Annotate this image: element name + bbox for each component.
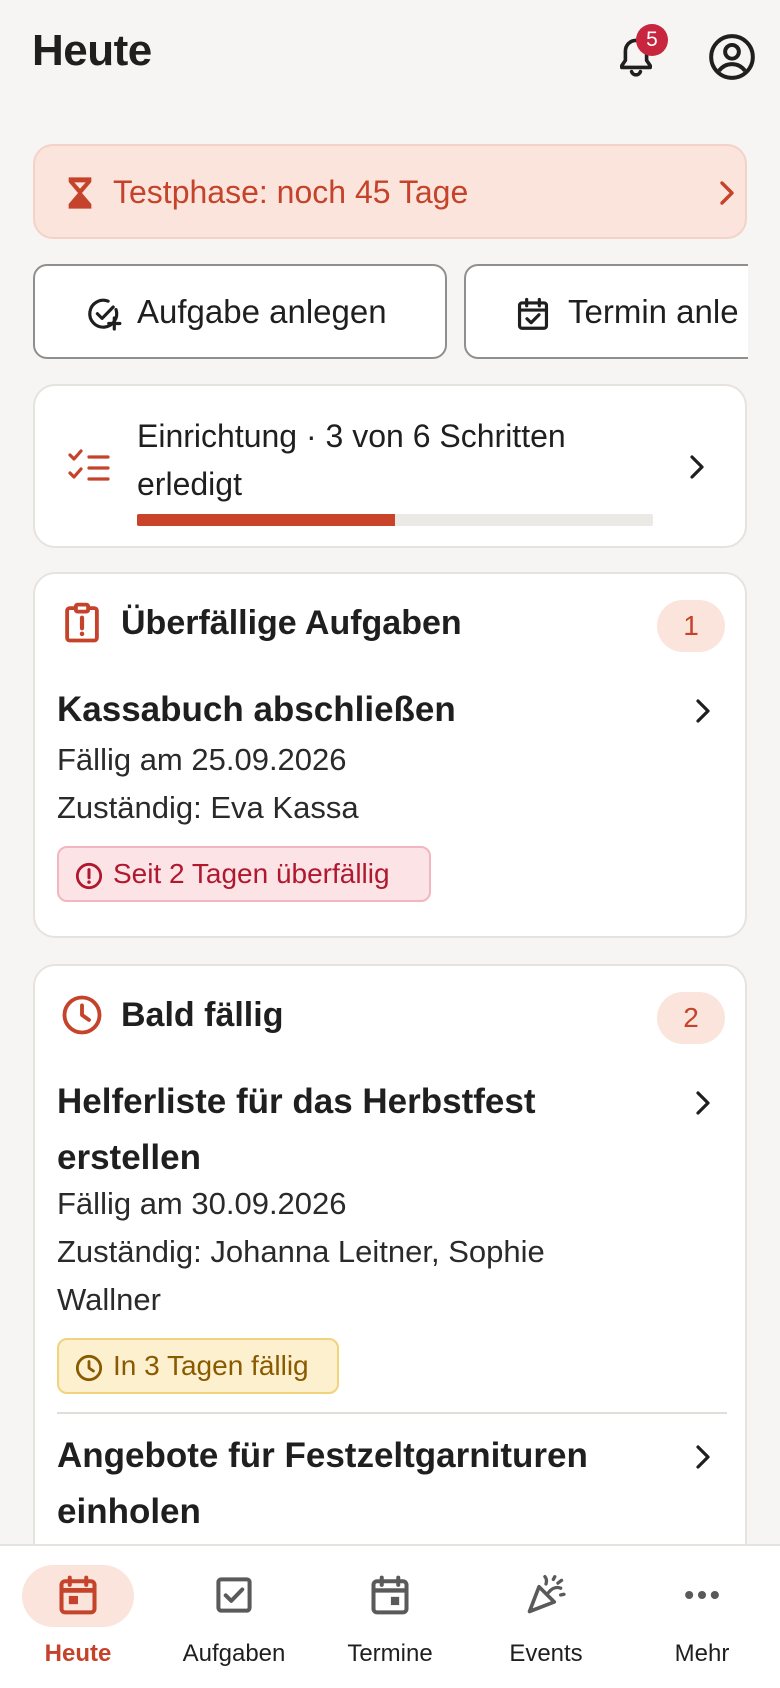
chevron-right-icon bbox=[720, 181, 734, 205]
trial-text: Testphase: noch 45 Tage bbox=[113, 174, 469, 210]
party-popper-icon bbox=[527, 1575, 566, 1614]
clock-icon bbox=[75, 1354, 103, 1382]
due-soon-title: Bald fällig bbox=[121, 996, 284, 1034]
calendar-today-icon bbox=[59, 1575, 97, 1615]
chevron-right-icon bbox=[696, 699, 710, 723]
overdue-status-badge: Seit 2 Tagen überfällig bbox=[57, 846, 431, 902]
calendar-icon bbox=[371, 1575, 409, 1615]
nav-item-events[interactable]: Events bbox=[468, 1546, 624, 1688]
divider bbox=[57, 1412, 727, 1414]
account-circle-icon[interactable] bbox=[707, 32, 757, 82]
chevron-right-icon bbox=[690, 455, 704, 479]
chevron-right-icon bbox=[696, 1445, 710, 1469]
page-title: Heute bbox=[32, 26, 152, 75]
add-appointment-label: Termin anle bbox=[568, 293, 739, 330]
trial-banner[interactable]: Testphase: noch 45 Tage bbox=[33, 144, 747, 239]
due-soon-status-text: In 3 Tagen fällig bbox=[113, 1350, 309, 1381]
setup-progress-fill bbox=[137, 514, 395, 526]
task-assignee: Zuständig: Johanna Leitner, Sophie Walln… bbox=[57, 1234, 545, 1317]
setup-progress-bar bbox=[137, 514, 653, 526]
checklist-icon bbox=[68, 449, 110, 481]
calendar-check-icon bbox=[517, 297, 549, 330]
checkbox-icon bbox=[216, 1577, 252, 1613]
add-task-label: Aufgabe anlegen bbox=[137, 293, 387, 330]
clock-icon bbox=[62, 995, 102, 1035]
notification-badge: 5 bbox=[636, 24, 668, 56]
overdue-title: Überfällige Aufgaben bbox=[121, 604, 462, 642]
alert-circle-icon bbox=[75, 862, 103, 890]
chevron-right-icon bbox=[696, 1091, 710, 1115]
task-item[interactable]: Angebote für Festzeltgarnituren einholen bbox=[35, 1428, 749, 1558]
app-header: Heute 5 bbox=[0, 0, 780, 112]
due-soon-count-badge: 2 bbox=[657, 992, 725, 1044]
task-item[interactable]: Helferliste für das Herbstfest erstellen… bbox=[35, 1074, 749, 1394]
task-item[interactable]: Kassabuch abschließen Fällig am 25.09.20… bbox=[35, 682, 749, 912]
nav-item-aufgaben[interactable]: Aufgaben bbox=[156, 1546, 312, 1688]
due-soon-header: Bald fällig 2 bbox=[35, 966, 749, 1076]
bottom-navigation: Heute Aufgaben Termine Events Mehr bbox=[0, 1544, 780, 1688]
more-dots-icon bbox=[685, 1590, 719, 1600]
overdue-count-badge: 1 bbox=[657, 600, 725, 652]
setup-progress-card[interactable]: Einrichtung · 3 von 6 Schritten erledigt bbox=[33, 384, 747, 548]
add-task-button[interactable]: Aufgabe anlegen bbox=[33, 264, 447, 359]
overdue-header: Überfällige Aufgaben 1 bbox=[35, 574, 749, 684]
nav-item-termine[interactable]: Termine bbox=[312, 1546, 468, 1688]
task-assignee: Zuständig: Eva Kassa bbox=[57, 790, 359, 825]
nav-label: Termine bbox=[347, 1640, 433, 1667]
hourglass-icon bbox=[68, 177, 92, 209]
task-title: Angebote für Festzeltgarnituren einholen bbox=[57, 1436, 588, 1531]
add-appointment-button[interactable]: Termin anle bbox=[464, 264, 748, 359]
setup-text: Einrichtung · 3 von 6 Schritten erledigt bbox=[137, 418, 566, 502]
nav-item-heute[interactable]: Heute bbox=[0, 1546, 156, 1688]
task-title: Kassabuch abschließen bbox=[57, 690, 456, 729]
nav-label: Heute bbox=[44, 1640, 112, 1667]
due-soon-status-badge: In 3 Tagen fällig bbox=[57, 1338, 339, 1394]
nav-label: Mehr bbox=[674, 1640, 730, 1667]
nav-item-mehr[interactable]: Mehr bbox=[624, 1546, 780, 1688]
quick-actions: Aufgabe anlegen Termin anle bbox=[0, 264, 748, 360]
task-title: Helferliste für das Herbstfest erstellen bbox=[57, 1082, 536, 1177]
overdue-tasks-card: Überfällige Aufgaben 1 Kassabuch abschli… bbox=[33, 572, 747, 938]
task-due-date: Fällig am 25.09.2026 bbox=[57, 742, 347, 777]
task-due-date: Fällig am 30.09.2026 bbox=[57, 1186, 347, 1221]
clipboard-alert-icon bbox=[65, 602, 99, 643]
overdue-status-text: Seit 2 Tagen überfällig bbox=[113, 858, 390, 889]
nav-label: Events bbox=[509, 1640, 583, 1667]
add-task-icon bbox=[88, 298, 122, 331]
nav-label: Aufgaben bbox=[182, 1640, 286, 1667]
